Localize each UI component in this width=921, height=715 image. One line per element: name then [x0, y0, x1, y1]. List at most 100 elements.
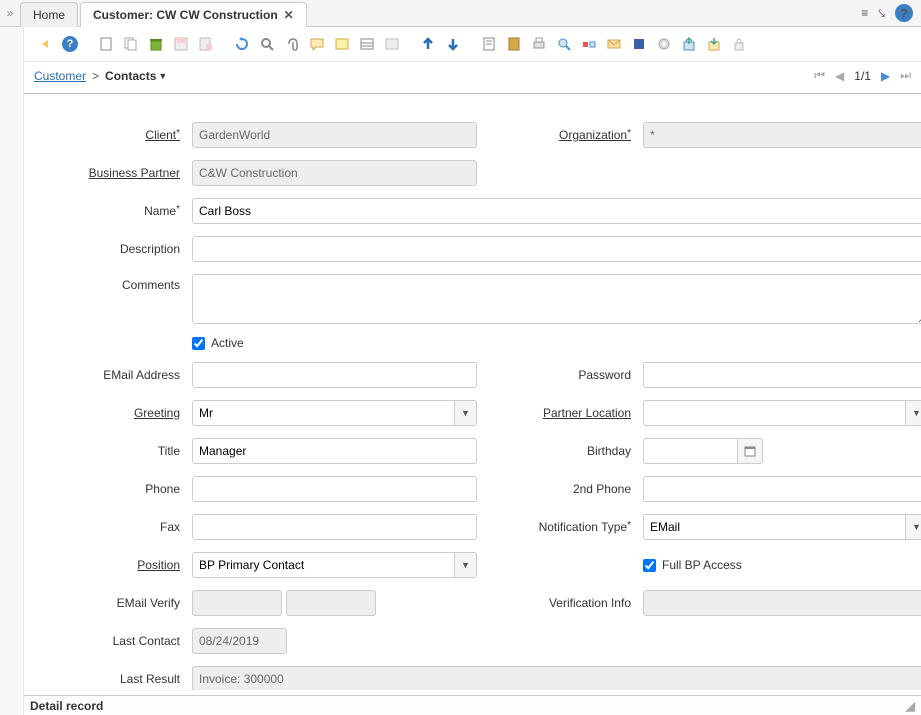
lastresult-field [192, 666, 921, 690]
tab-home[interactable]: Home [20, 2, 78, 27]
emailverify-field-2 [286, 590, 376, 616]
export-icon[interactable] [678, 33, 700, 55]
chevron-down-icon[interactable]: ▼ [158, 71, 167, 81]
verifinfo-field [643, 590, 921, 616]
title-field[interactable] [192, 438, 477, 464]
greeting-field[interactable] [192, 400, 455, 426]
greeting-dropdown-icon[interactable]: ▼ [455, 400, 477, 426]
report-icon[interactable] [478, 33, 500, 55]
zoom-across-icon[interactable] [553, 33, 575, 55]
gear-icon[interactable] [653, 33, 675, 55]
copy-icon[interactable] [120, 33, 142, 55]
comments-field[interactable] [192, 274, 921, 324]
parent-icon[interactable] [417, 33, 439, 55]
label-lastcontact: Last Contact [44, 634, 184, 648]
status-bar: Detail record ◢ [24, 695, 921, 715]
emailverify-field-1 [192, 590, 282, 616]
phone-field[interactable] [192, 476, 477, 502]
label-active: Active [211, 336, 244, 350]
lastcontact-field [192, 628, 287, 654]
client-field [192, 122, 477, 148]
top-header: » Home Customer: CW CW Construction ✕ ≡ … [0, 0, 921, 27]
description-field[interactable] [192, 236, 921, 262]
hamburger-icon[interactable]: ≡ [861, 6, 868, 20]
partnerloc-field[interactable] [643, 400, 906, 426]
status-text: Detail record [30, 699, 103, 713]
tab-customer[interactable]: Customer: CW CW Construction ✕ [80, 2, 307, 27]
breadcrumb-parent[interactable]: Customer [34, 69, 86, 83]
label-greeting: Greeting [44, 406, 184, 420]
label-notiftype: Notification Type* [485, 520, 635, 534]
name-field[interactable] [192, 198, 921, 224]
label-email: EMail Address [44, 368, 184, 382]
calendar-icon[interactable] [738, 438, 763, 464]
help-toolbar-icon[interactable]: ? [59, 33, 81, 55]
save-icon[interactable] [170, 33, 192, 55]
close-icon[interactable]: ✕ [284, 8, 294, 22]
label-phone2: 2nd Phone [485, 482, 635, 496]
position-field[interactable] [192, 552, 455, 578]
new-icon[interactable] [95, 33, 117, 55]
left-strip [0, 27, 24, 715]
label-client: Client* [44, 128, 184, 142]
product-icon[interactable] [628, 33, 650, 55]
import-icon[interactable] [703, 33, 725, 55]
form-panel: Client* Organization* Business Partner N… [24, 93, 921, 690]
first-record-icon[interactable]: ⏮ [814, 68, 825, 83]
save-new-icon[interactable] [195, 33, 217, 55]
label-fullbp: Full BP Access [662, 558, 742, 572]
last-record-icon[interactable]: ⏭ [900, 68, 911, 83]
search-icon[interactable] [256, 33, 278, 55]
grid-toggle-icon[interactable] [356, 33, 378, 55]
label-position: Position [44, 558, 184, 572]
request-icon[interactable] [603, 33, 625, 55]
refresh-icon[interactable] [231, 33, 253, 55]
label-comments: Comments [44, 274, 184, 292]
detail-icon[interactable] [442, 33, 464, 55]
delete-icon[interactable] [145, 33, 167, 55]
birthday-field[interactable] [643, 438, 738, 464]
label-name: Name* [44, 204, 184, 218]
label-verifinfo: Verification Info [485, 596, 635, 610]
pager: ⏮ ◀ 1/1 ▶ ⏭ [814, 68, 911, 83]
resize-handle-icon[interactable]: ◢ [906, 699, 915, 713]
label-emailverify: EMail Verify [44, 596, 184, 610]
toolbar: ? [24, 27, 921, 62]
label-birthday: Birthday [485, 444, 635, 458]
notiftype-dropdown-icon[interactable]: ▼ [906, 514, 921, 540]
attachment-icon[interactable] [281, 33, 303, 55]
tab-customer-label: Customer: CW CW Construction [93, 8, 278, 22]
expand-down-icon[interactable]: ⤥ [878, 6, 885, 21]
next-record-icon[interactable]: ▶ [881, 69, 890, 83]
customize-icon[interactable] [381, 33, 403, 55]
help-icon[interactable]: ? [895, 4, 913, 22]
position-dropdown-icon[interactable]: ▼ [455, 552, 477, 578]
partnerloc-dropdown-icon[interactable]: ▼ [906, 400, 921, 426]
prev-record-icon[interactable]: ◀ [835, 69, 844, 83]
undo-icon[interactable] [34, 33, 56, 55]
notiftype-field[interactable] [643, 514, 906, 540]
archive-icon[interactable] [503, 33, 525, 55]
print-icon[interactable] [528, 33, 550, 55]
menu-toggle-icon[interactable]: » [0, 6, 20, 20]
lock-icon[interactable] [728, 33, 750, 55]
note-icon[interactable] [331, 33, 353, 55]
header-right: ≡ ⤥ ? [861, 4, 921, 22]
label-organization: Organization* [485, 128, 635, 142]
tab-home-label: Home [33, 8, 65, 22]
phone2-field[interactable] [643, 476, 921, 502]
active-checkbox[interactable] [192, 337, 205, 350]
email-field[interactable] [192, 362, 477, 388]
breadcrumb-current[interactable]: Contacts [105, 69, 156, 83]
fullbp-checkbox[interactable] [643, 559, 656, 572]
chat-icon[interactable] [306, 33, 328, 55]
label-phone: Phone [44, 482, 184, 496]
password-field[interactable] [643, 362, 921, 388]
breadcrumb: Customer > Contacts ▼ ⏮ ◀ 1/1 ▶ ⏭ [24, 62, 921, 93]
pager-text: 1/1 [854, 69, 871, 83]
active-workflow-icon[interactable] [578, 33, 600, 55]
fax-field[interactable] [192, 514, 477, 540]
label-password: Password [485, 368, 635, 382]
tab-bar: Home Customer: CW CW Construction ✕ [20, 0, 309, 27]
breadcrumb-sep: > [92, 69, 99, 83]
